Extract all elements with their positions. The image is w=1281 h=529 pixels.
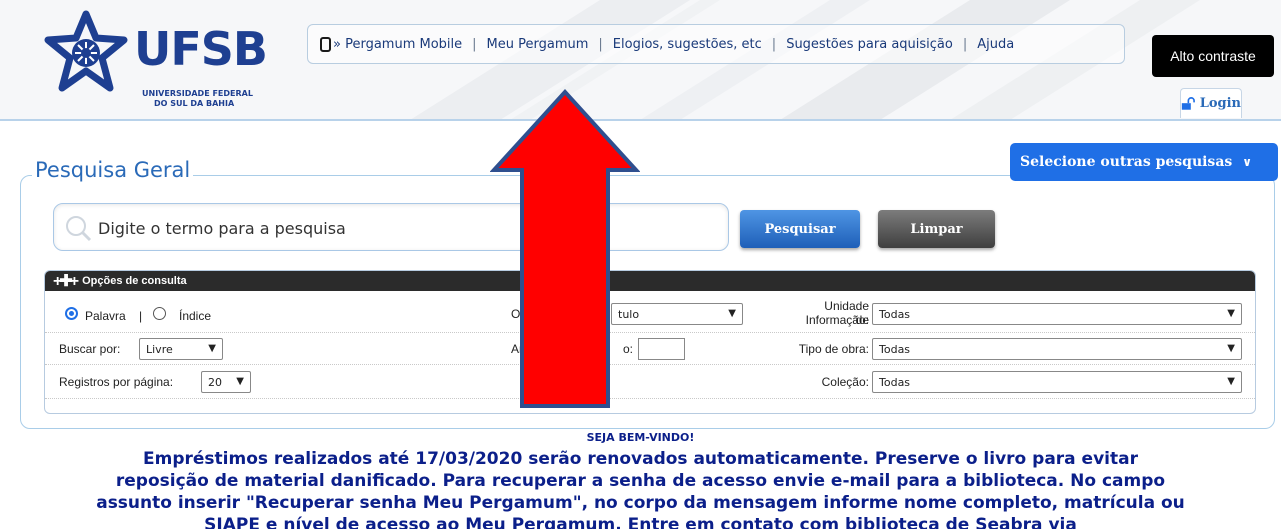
mobile-phone-icon[interactable] xyxy=(320,36,331,52)
other-searches-label: Selecione outras pesquisas xyxy=(1020,154,1233,170)
unlock-icon xyxy=(1181,96,1195,110)
query-options-title: Opções de consulta xyxy=(82,275,187,287)
registros-label: Registros por página: xyxy=(59,375,174,389)
login-button[interactable]: Login xyxy=(1180,88,1242,118)
registros-select[interactable]: 20 ▼ xyxy=(201,371,251,393)
query-options: +✚+ Opções de consulta Palavra | Índice … xyxy=(44,270,1256,414)
ano-publicacao-input[interactable] xyxy=(638,338,685,360)
notice-line: Empréstimos realizados até 17/03/2020 se… xyxy=(143,449,1138,469)
nav-meu-pergamum[interactable]: Meu Pergamum xyxy=(487,37,589,52)
tipo-obra-label: Tipo de obra: xyxy=(798,342,869,356)
search-placeholder: Digite o termo para a pesquisa xyxy=(98,219,346,238)
top-navigation: » Pergamum Mobile | Meu Pergamum | Elogi… xyxy=(307,24,1125,64)
page-title: Pesquisa Geral xyxy=(32,158,194,182)
radio-palavra[interactable] xyxy=(65,307,78,320)
chevron-down-icon: ▼ xyxy=(728,308,736,319)
chevron-down-icon: ▼ xyxy=(208,343,216,354)
nav-elogios-sugestoes[interactable]: Elogios, sugestões, etc xyxy=(613,37,762,52)
clear-button[interactable]: Limpar xyxy=(878,210,995,248)
search-button[interactable]: Pesquisar xyxy=(740,210,860,248)
nav-separator: | xyxy=(962,36,968,52)
colecao-select[interactable]: Todas ▼ xyxy=(872,371,1242,393)
tipo-obra-select[interactable]: Todas ▼ xyxy=(872,338,1242,360)
buscar-por-label: Buscar por: xyxy=(59,342,121,356)
query-options-header[interactable]: +✚+ Opções de consulta xyxy=(45,271,1255,291)
nav-sugestoes-aquisicao[interactable]: Sugestões para aquisição xyxy=(786,37,953,52)
unidade-label-line2: Informação: xyxy=(805,313,869,327)
nav-pergamum-mobile[interactable]: » Pergamum Mobile xyxy=(333,37,462,52)
palavra-label: Palavra xyxy=(85,309,126,323)
colecao-label: Coleção: xyxy=(821,375,869,389)
options-row-1: Palavra | Índice Ord tulo ▼ Unidade de I… xyxy=(45,291,1255,333)
other-searches-dropdown[interactable]: Selecione outras pesquisas ∨ xyxy=(1010,143,1278,181)
notice-text: Empréstimos realizados até 17/03/2020 se… xyxy=(0,448,1281,529)
nav-separator: | xyxy=(472,36,477,52)
indice-label: Índice xyxy=(179,309,212,323)
ufsb-logo[interactable]: UFSB UNIVERSIDADE FEDERAL DO SUL DA BAHI… xyxy=(40,8,280,120)
search-icon xyxy=(66,216,92,242)
red-up-arrow-icon xyxy=(490,89,640,408)
logo-wordmark: UFSB xyxy=(134,22,268,76)
chevron-down-icon: ∨ xyxy=(1242,155,1253,169)
radio-indice[interactable] xyxy=(153,307,166,320)
chevron-down-icon: ▼ xyxy=(1227,308,1235,319)
chevron-down-icon: ▼ xyxy=(1227,343,1235,354)
logo-subtitle-line1: UNIVERSIDADE FEDERAL xyxy=(142,89,253,98)
welcome-heading: SEJA BEM-VINDO! xyxy=(586,431,695,444)
expand-plus-icon: +✚+ xyxy=(53,273,79,290)
chevron-down-icon: ▼ xyxy=(236,376,244,387)
notice-line: assunto inserir "Recuperar senha Meu Per… xyxy=(96,493,1185,513)
logo-subtitle-line2: DO SUL DA BAHIA xyxy=(154,99,235,108)
radio-divider: | xyxy=(139,309,143,323)
buscar-por-select[interactable]: Livre ▼ xyxy=(139,338,223,360)
notice-line: reposição de material danificado. Para r… xyxy=(115,471,1166,491)
unidade-select[interactable]: Todas ▼ xyxy=(872,303,1242,325)
ufsb-star-logo-icon xyxy=(44,10,128,92)
nav-separator: | xyxy=(771,36,777,52)
notice-line: SIAPE e nível de acesso ao Meu Pergamum.… xyxy=(204,515,1077,529)
nav-separator: | xyxy=(598,36,603,52)
nav-ajuda[interactable]: Ajuda xyxy=(977,37,1014,52)
options-row-3: Registros por página: 20 ▼ Coleção: Toda… xyxy=(45,365,1255,399)
options-row-2: Buscar por: Livre ▼ Ano o: Tipo de obra:… xyxy=(45,333,1255,365)
chevron-down-icon: ▼ xyxy=(1227,376,1235,387)
login-label: Login xyxy=(1199,96,1241,111)
high-contrast-button[interactable]: Alto contraste xyxy=(1152,35,1274,77)
